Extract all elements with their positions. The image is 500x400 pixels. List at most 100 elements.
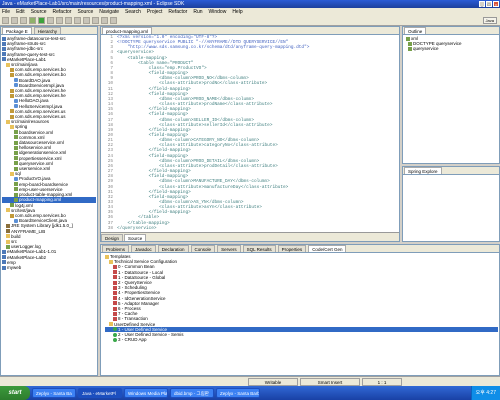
menu-item-refactor[interactable]: Refactor [53, 9, 72, 15]
code-editor[interactable]: 1 2 3 4 5 6 7 8 9 10 11 12 13 14 15 16 17 18 19 20 21 22 23 24 2… [101, 35, 399, 232]
taskbar-item[interactable]: Zeplyx - Santa Barb [216, 388, 260, 398]
tab-sql-results[interactable]: SQL Results [242, 245, 276, 252]
window-title: Java - eMarketPlace-Lab1/src/main/resour… [2, 1, 185, 7]
java-icon [14, 78, 18, 83]
spring-explorer-panel: Spring Explore [402, 166, 500, 242]
xml-icon [14, 182, 18, 187]
editor-mode-tab-source[interactable]: Source [124, 233, 147, 241]
tmpl-icon [113, 306, 117, 311]
taskbar: start Zeplyx - Santa Ba Java - eMarketPl W… [0, 386, 500, 400]
editor-mode-tab-design[interactable]: Design [101, 233, 124, 241]
green-icon [113, 327, 117, 332]
status-bar: Writable Smart Insert 1 : 1 [0, 376, 500, 386]
tab-console[interactable]: Console [190, 245, 216, 252]
taskbar-item[interactable]: dbid.bmp - 그림판 [170, 388, 214, 398]
menu-item-project[interactable]: Project [147, 9, 163, 15]
menu-item-search[interactable]: Search [125, 9, 141, 15]
debug-icon[interactable] [29, 17, 36, 24]
outline-item[interactable]: queryservice [404, 46, 498, 51]
taskbar-item[interactable]: Windows Media Player [124, 388, 168, 398]
java-icon [14, 99, 18, 104]
fold-icon [6, 239, 10, 244]
menu-item-run[interactable]: Run [193, 9, 202, 15]
start-button[interactable]: start [0, 386, 30, 400]
menu-item-refactor[interactable]: Refactor [168, 9, 187, 15]
open-type-icon[interactable] [83, 17, 90, 24]
new-class-icon[interactable] [74, 17, 81, 24]
menu-item-navigate[interactable]: Navigate [99, 9, 119, 15]
proj-icon [2, 36, 6, 41]
minimize-button[interactable]: _ [479, 1, 485, 7]
tab-servers[interactable]: Servers [217, 245, 241, 252]
tree-item[interactable]: 3 - CRUD App [105, 337, 498, 342]
maximize-button[interactable]: □ [486, 1, 492, 7]
xml-icon [14, 166, 18, 171]
xml-icon [14, 135, 18, 140]
spring-explorer-tabs: Spring Explore [403, 167, 499, 175]
tab-declaration[interactable]: Declaration [157, 245, 189, 252]
proj-icon [2, 41, 6, 46]
editor-tab-product-mapping[interactable]: product-mapping.xml [102, 27, 153, 34]
tab-spring-explorer[interactable]: Spring Explore [404, 167, 442, 174]
menu-item-help[interactable]: Help [232, 9, 242, 15]
tab-code-cert-gen[interactable]: Code/Cert Gen [308, 245, 347, 252]
tree-item-label: myweb [7, 264, 22, 270]
fold-icon [109, 322, 113, 327]
green-icon [113, 337, 117, 342]
tree-item[interactable]: myweb [2, 265, 96, 270]
bottom-panel-tabs: Problems Javadoc Declaration Console Servers… [101, 245, 499, 253]
tab-outline[interactable]: Outline [404, 27, 427, 34]
perspective-switcher[interactable]: Java [482, 17, 497, 24]
taskbar-item[interactable]: Java - eMarketPl [78, 388, 122, 398]
taskbar-item[interactable]: Zeplyx - Santa Ba [32, 388, 76, 398]
xml-icon [10, 203, 14, 208]
outline-item-label: queryservice [413, 46, 439, 52]
proj-icon [2, 52, 6, 57]
external-tools-icon[interactable] [47, 17, 54, 24]
code-text[interactable]: <?xml version="1.0" encoding="UTF-8"?> <!… [117, 35, 399, 231]
tmpl-icon [113, 280, 117, 285]
fold-icon [6, 62, 10, 67]
run-icon[interactable] [38, 17, 45, 24]
status-cursor-position: 1 : 1 [362, 378, 402, 386]
proj-icon [2, 57, 6, 62]
xml-node-icon [408, 47, 412, 51]
xml-icon [14, 192, 18, 197]
tab-properties[interactable]: Properties [277, 245, 307, 252]
menu-item-edit[interactable]: Edit [16, 9, 25, 15]
menu-item-window[interactable]: Window [209, 9, 227, 15]
menu-item-source[interactable]: Source [31, 9, 47, 15]
save-icon[interactable] [11, 17, 18, 24]
close-button[interactable]: × [493, 1, 499, 7]
tmpl-icon [113, 301, 117, 306]
xml-icon [14, 145, 18, 150]
editor-panel: product-mapping.xml 1 2 3 4 5 6 7 8 9 10 11 12 13 14 1… [100, 26, 400, 242]
code-line[interactable]: </queryservice> [117, 226, 399, 231]
lib-icon [6, 229, 10, 234]
new-icon[interactable] [2, 17, 9, 24]
tab-package-e[interactable]: Package E [2, 27, 32, 34]
package-explorer-panel: Package E Hierarchy anyframe-datasource-t… [0, 26, 98, 376]
java-icon [14, 218, 18, 223]
tmpl-icon [113, 291, 117, 296]
menu-bar: File Edit Source Refactor Source Navigate Sear… [0, 8, 500, 16]
menu-item-source[interactable]: Source [77, 9, 93, 15]
tab-problems[interactable]: Problems [102, 245, 130, 252]
editor-tabs: product-mapping.xml [101, 27, 399, 35]
lib-icon [6, 223, 10, 228]
print-icon[interactable] [20, 17, 27, 24]
tmpl-icon [113, 317, 117, 322]
tab-javadoc[interactable]: Javadoc [131, 245, 156, 252]
tab-hierarchy[interactable]: Hierarchy [33, 27, 62, 34]
fold-icon [6, 119, 10, 124]
forward-icon[interactable] [110, 17, 117, 24]
search-icon[interactable] [92, 17, 99, 24]
tree-item-label: 3 - CRUD App [118, 337, 147, 343]
fold-icon [6, 234, 10, 239]
back-icon[interactable] [101, 17, 108, 24]
java-icon [14, 104, 18, 109]
new-package-icon[interactable] [65, 17, 72, 24]
proj-icon [2, 265, 6, 270]
new-java-project-icon[interactable] [56, 17, 63, 24]
menu-item-file[interactable]: File [2, 9, 10, 15]
